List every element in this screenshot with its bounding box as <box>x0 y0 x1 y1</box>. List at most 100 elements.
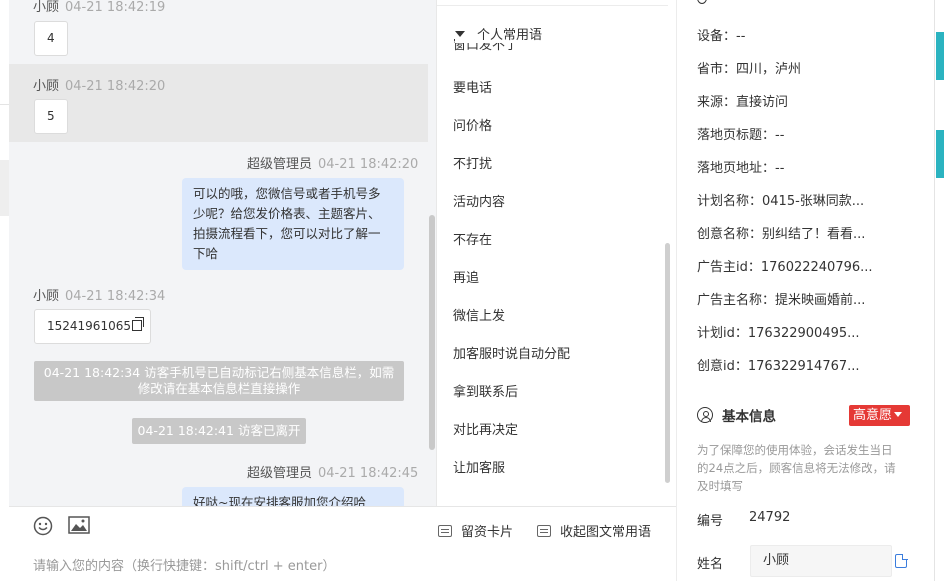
chat-history[interactable]: 小顾 04-21 18:42:19 4 小顾 04-21 18:42:20 5 超级… <box>9 0 436 506</box>
message-meta: 小顾 04-21 18:42:19 <box>33 0 165 15</box>
message-bubble: 4 <box>34 21 68 56</box>
info-label: 落地页标题： <box>697 128 776 143</box>
info-label: 落地页地址： <box>697 161 776 176</box>
side-tab[interactable] <box>936 32 944 80</box>
message-line: 拍摄流程看下，您可以对比了解一 <box>193 226 381 241</box>
caret-down-icon <box>894 412 903 417</box>
info-row: 落地页标题：-- <box>697 124 784 143</box>
sender-name: 小顾 <box>33 289 60 304</box>
system-notice: 04-21 18:42:41 访客已离开 <box>132 418 306 444</box>
sender-name: 小顾 <box>33 79 60 94</box>
phrases-scrollbar[interactable] <box>665 243 670 483</box>
notice-line: 及时填写 <box>697 479 743 493</box>
intent-level-dropdown[interactable]: 高意愿 <box>849 405 910 426</box>
intent-level-label: 高意愿 <box>853 408 893 423</box>
document-icon[interactable] <box>895 553 908 568</box>
notice-line: 04-21 18:42:41 访客已离开 <box>137 423 301 438</box>
info-value: -- <box>736 29 746 44</box>
info-value: 提米映画婚前... <box>775 293 866 308</box>
info-label: 广告主id： <box>697 260 761 275</box>
copy-icon[interactable] <box>131 317 144 331</box>
info-row: 创意名称：别纠结了！看看... <box>697 223 865 242</box>
info-value: 别纠结了！看看... <box>762 227 866 242</box>
message-time: 04-21 18:42:20 <box>318 157 419 172</box>
message-composer: 留资卡片 收起图文常用语 请输入您的内容（换行快捷键：shift/ctrl + … <box>9 506 676 581</box>
chat-scrollbar[interactable] <box>429 215 435 450</box>
message-line: 可以的哦，您微信号或者手机号多 <box>193 186 381 201</box>
phrase-item[interactable]: 再追 <box>453 267 479 286</box>
phrase-item[interactable]: 微信上发 <box>453 305 505 324</box>
message-bubble: 15241961065 <box>34 309 151 344</box>
info-row: 广告主id：176022240796... <box>697 256 873 275</box>
message-input[interactable]: 请输入您的内容（换行快捷键：shift/ctrl + enter） <box>33 555 336 574</box>
phrase-item[interactable]: 对比再决定 <box>453 419 518 438</box>
divider <box>437 5 668 6</box>
info-label: 计划名称： <box>697 194 763 209</box>
name-field[interactable]: 小顾 <box>750 545 892 577</box>
agent-message-bubble: 好哒~现在安排客服加您介绍哈 <box>182 487 404 506</box>
info-value: 176022240796... <box>760 260 873 275</box>
info-label: 计划id： <box>697 326 748 341</box>
phrase-item[interactable]: 拿到联系后 <box>453 381 518 400</box>
side-tab[interactable] <box>936 130 944 178</box>
info-value: 四川，泸州 <box>736 62 802 77</box>
phrase-item[interactable]: 不存在 <box>453 229 492 248</box>
lead-card-label: 留资卡片 <box>461 525 514 540</box>
agent-message-bubble: 可以的哦，您微信号或者手机号多 少呢？给您发价格表、主题客片、 拍摄流程看下，您… <box>182 178 404 270</box>
info-row: 创意id：176322914767... <box>697 355 860 374</box>
phrase-group-toggle[interactable]: 个人常用语 <box>455 24 547 43</box>
collapse-phrases-label: 收起图文常用语 <box>560 525 652 540</box>
divider <box>0 104 9 105</box>
number-value: 24792 <box>749 510 791 525</box>
message-line: 少呢？给您发价格表、主题客片、 <box>193 206 381 221</box>
info-row: 落地页地址：-- <box>697 157 784 176</box>
phrase-item[interactable]: 活动内容 <box>453 191 505 210</box>
user-icon <box>697 407 713 423</box>
sender-name: 超级管理员 <box>247 466 313 481</box>
phrase-item[interactable]: 问价格 <box>453 115 492 134</box>
notice-line: 的24点之后，顾客信息将无法修改，请 <box>697 461 896 475</box>
sender-name: 超级管理员 <box>247 157 313 172</box>
location-icon <box>697 0 707 4</box>
info-label: 省市： <box>697 62 737 77</box>
phrase-item[interactable]: 不打扰 <box>453 153 492 172</box>
notice-line: 修改请在基本信息栏直接操作 <box>137 381 301 396</box>
sender-name: 小顾 <box>33 0 60 15</box>
edit-notice: 为了保障您的使用体验，会话发生当日 的24点之后，顾客信息将无法修改，请 及时填… <box>697 441 917 495</box>
notice-line: 04-21 18:42:34 访客手机号已自动标记右侧基本信息栏，如需 <box>43 365 395 380</box>
info-label: 创意名称： <box>697 227 763 242</box>
info-value: 176322914767... <box>747 359 860 374</box>
info-label: 广告主名称： <box>697 293 776 308</box>
edge-highlight <box>0 160 9 216</box>
right-edge-strip <box>934 0 944 581</box>
info-value: -- <box>775 128 785 143</box>
message-time: 04-21 18:42:20 <box>65 79 166 94</box>
name-label: 姓名 <box>697 557 724 572</box>
message-bubble: 5 <box>34 99 68 134</box>
info-value: 0415-张琳同款... <box>762 194 865 209</box>
lead-card-button[interactable]: 留资卡片 <box>438 521 513 540</box>
message-meta: 超级管理员 04-21 18:42:20 <box>247 153 418 172</box>
message-meta: 小顾 04-21 18:42:20 <box>33 75 165 94</box>
phrase-item[interactable]: 加客服时说自动分配 <box>453 343 570 362</box>
info-label: 设备： <box>697 29 737 44</box>
info-row: 计划名称：0415-张琳同款... <box>697 190 864 209</box>
info-value: 176322900495... <box>747 326 860 341</box>
list-icon <box>537 524 551 537</box>
left-edge-strip <box>0 0 9 581</box>
info-value: -- <box>775 161 785 176</box>
message-line: 好哒~现在安排客服加您介绍哈 <box>193 495 366 506</box>
message-line: 下哈 <box>193 246 219 261</box>
phrase-item[interactable]: 要电话 <box>453 77 492 96</box>
phrase-item[interactable]: 让加客服 <box>453 457 505 476</box>
image-icon[interactable] <box>68 516 90 534</box>
info-value: 直接访问 <box>736 95 789 110</box>
info-row: 广告主名称：提米映画婚前... <box>697 289 865 308</box>
number-label: 编号 <box>697 514 724 529</box>
message-meta: 超级管理员 04-21 18:42:45 <box>247 462 418 481</box>
info-row: 计划id：176322900495... <box>697 322 860 341</box>
smile-icon[interactable] <box>33 516 53 536</box>
message-meta: 小顾 04-21 18:42:34 <box>33 285 165 304</box>
info-row: 来源：直接访问 <box>697 91 788 110</box>
collapse-phrases-button[interactable]: 收起图文常用语 <box>537 521 651 540</box>
